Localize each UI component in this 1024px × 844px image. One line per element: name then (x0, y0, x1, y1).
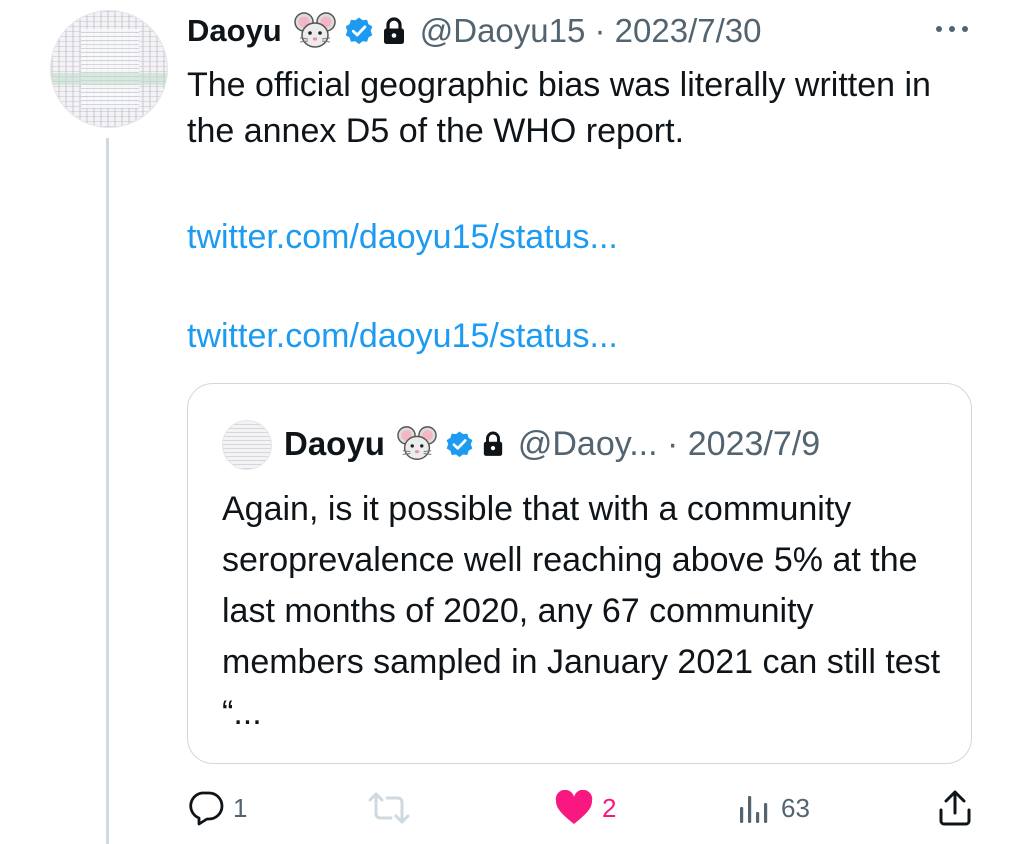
heart-icon (555, 790, 593, 824)
reply-button[interactable]: 1 (187, 782, 247, 834)
verified-badge-icon (446, 430, 473, 457)
tweet-header: Daoyu @Daoyu15 · 2023/7/30 (187, 6, 761, 56)
lock-icon (383, 17, 404, 44)
thread-connector-line (106, 138, 109, 844)
verified-badge-icon (345, 17, 373, 45)
like-count: 2 (602, 792, 617, 823)
quoted-tweet-card[interactable]: Daoyu @Daoy... · 2023/7/9 Again, is it p… (187, 383, 972, 764)
like-button[interactable]: 2 (554, 782, 616, 834)
status-link-2[interactable]: twitter.com/daoyu15/status... (187, 317, 618, 356)
quoted-handle-and-date: @Daoy... · 2023/7/9 (517, 424, 821, 463)
reply-bubble-icon (189, 791, 224, 826)
retweet-button[interactable] (367, 782, 419, 834)
share-button[interactable] (937, 782, 973, 834)
retweet-icon (368, 792, 410, 824)
views-button[interactable]: 63 (737, 782, 810, 834)
quoted-author-avatar (222, 420, 272, 470)
lock-icon (483, 431, 503, 456)
tweet-text: The official geographic bias was literal… (187, 66, 931, 150)
views-count: 63 (781, 792, 810, 823)
quoted-tweet-text: Again, is it possible that with a commun… (222, 490, 941, 732)
handle-and-date[interactable]: @Daoyu15 · 2023/7/30 (420, 12, 762, 50)
mouse-face-icon (294, 12, 336, 48)
mouse-face-icon (397, 426, 437, 460)
quoted-tweet-header: Daoyu @Daoy... · 2023/7/9 (284, 420, 820, 468)
author-name[interactable]: Daoyu (187, 13, 282, 49)
status-link-1[interactable]: twitter.com/daoyu15/status... (187, 218, 618, 257)
avatar-document-graphic (81, 29, 139, 109)
more-dots-icon[interactable] (930, 14, 974, 44)
avatar-highlight-band (51, 73, 167, 85)
tweet-action-bar: 1 2 63 (187, 782, 977, 834)
share-icon (939, 790, 971, 826)
views-bars-icon (740, 796, 768, 823)
quoted-author-name: Daoyu (284, 425, 385, 462)
reply-count: 1 (233, 792, 248, 823)
author-avatar[interactable] (50, 10, 168, 128)
